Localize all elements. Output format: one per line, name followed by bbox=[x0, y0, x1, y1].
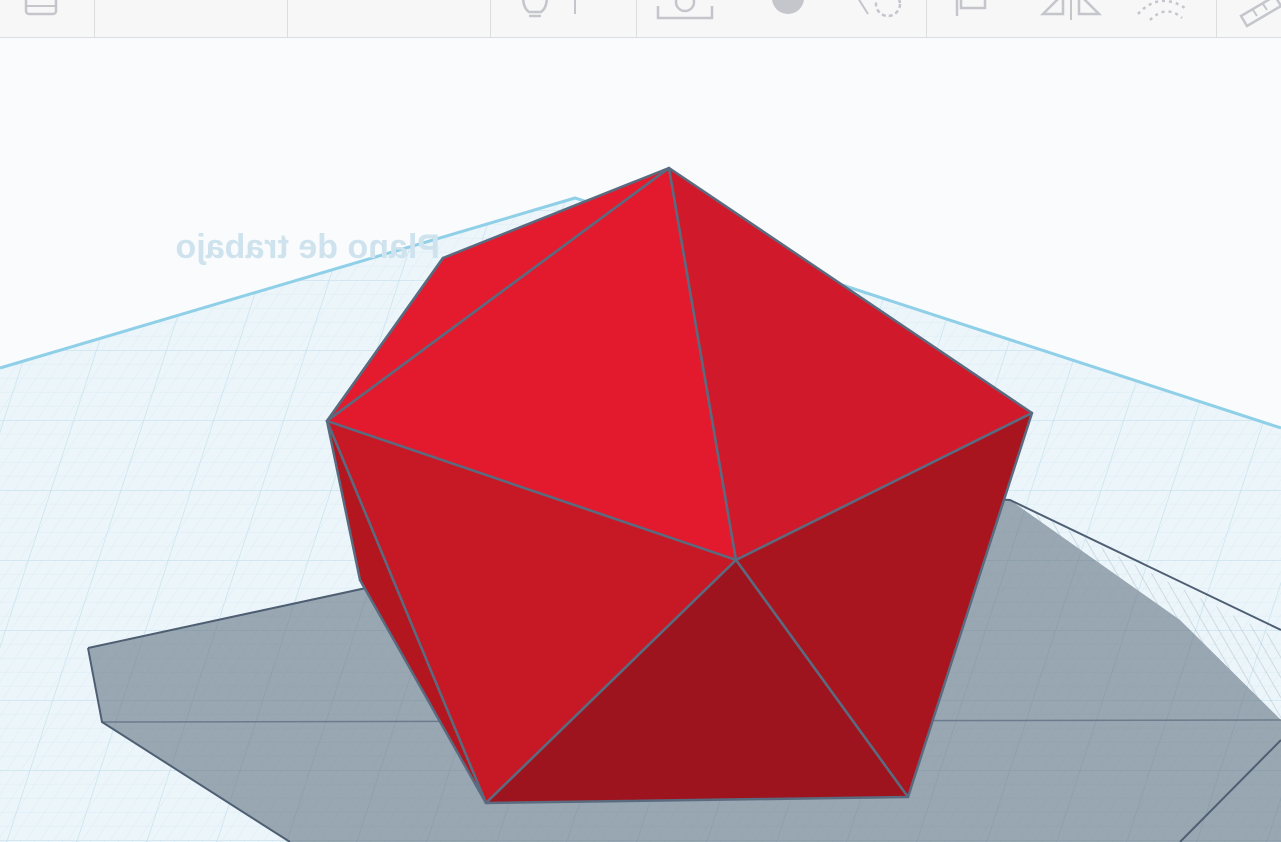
toolbar-divider bbox=[287, 0, 288, 37]
toolbar-divider bbox=[636, 0, 637, 37]
3d-viewport[interactable]: Plano de trabajo bbox=[0, 38, 1281, 842]
top-toolbar: ‘’ ’ ’ bbox=[0, 0, 1281, 38]
ruler-icon[interactable] bbox=[1235, 0, 1281, 37]
hole-shape-icon[interactable] bbox=[850, 0, 910, 37]
align-icon[interactable] bbox=[945, 0, 1005, 37]
workplane-icon[interactable] bbox=[650, 0, 720, 37]
toolbar-divider bbox=[490, 0, 491, 37]
notes-icon[interactable] bbox=[20, 0, 68, 37]
toolbar-partial-text: ‘’ ’ ’ bbox=[130, 0, 164, 9]
toolbar-divider bbox=[926, 0, 927, 37]
group-icon[interactable] bbox=[1130, 0, 1200, 37]
solid-shape-icon[interactable] bbox=[760, 0, 820, 37]
toolbar-divider bbox=[1216, 0, 1217, 37]
toolbar-divider bbox=[94, 0, 95, 37]
workplane-label: Plano de trabajo bbox=[176, 228, 441, 266]
light-bulb-icon[interactable] bbox=[515, 0, 585, 37]
mirror-icon[interactable] bbox=[1035, 0, 1105, 37]
